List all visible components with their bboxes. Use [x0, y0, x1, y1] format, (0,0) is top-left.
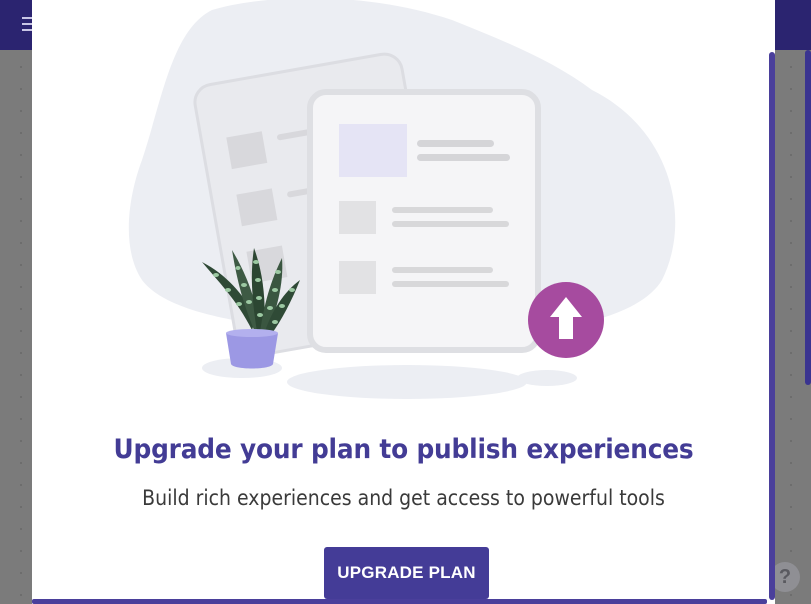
modal-scrollbar[interactable] — [769, 52, 775, 600]
modal-bottom-accent — [32, 599, 767, 604]
page-scrollbar[interactable] — [805, 50, 811, 385]
upgrade-modal: Upgrade your plan to publish experiences… — [32, 0, 775, 604]
upgrade-illustration — [128, 0, 676, 399]
upgrade-plan-button[interactable]: UPGRADE PLAN — [324, 547, 489, 599]
upload-arrow-icon — [528, 282, 604, 358]
modal-title: Upgrade your plan to publish experiences — [113, 434, 694, 465]
modal-subtitle: Build rich experiences and get access to… — [142, 486, 665, 510]
floor-shadow — [287, 365, 527, 399]
front-card-icon — [307, 89, 541, 353]
